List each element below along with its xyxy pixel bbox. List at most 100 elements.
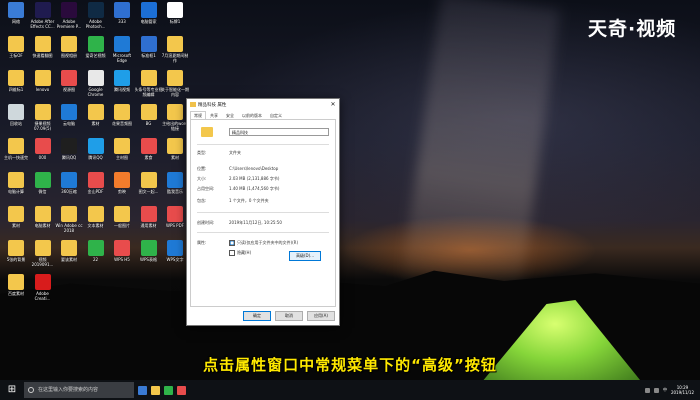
- tab-security[interactable]: 安全: [222, 111, 238, 119]
- file-explorer-icon[interactable]: [151, 385, 160, 395]
- ok-button[interactable]: 确定: [243, 311, 271, 321]
- desktop-icon[interactable]: 要该素材: [55, 240, 83, 272]
- input-language[interactable]: 中: [663, 387, 667, 393]
- app-icon: [87, 172, 104, 188]
- desktop-icon[interactable]: 素食: [135, 138, 163, 170]
- desktop-icon[interactable]: Win Adobe cc 2018: [55, 206, 83, 238]
- desktop-icon[interactable]: WPS PDF: [161, 206, 189, 238]
- desktop-icon[interactable]: 电脑管家: [135, 2, 163, 34]
- app-icon: [8, 36, 24, 52]
- app-icon[interactable]: [164, 385, 173, 395]
- desktop-icon[interactable]: 金山PDF: [82, 172, 110, 204]
- desktop-icon[interactable]: 5张的背景: [2, 240, 30, 272]
- desktop-icon[interactable]: 王标OF: [2, 36, 30, 68]
- desktop-icon-label: 视源图: [63, 87, 75, 92]
- cancel-button[interactable]: 取消: [275, 311, 303, 321]
- desktop-icon[interactable]: lenovo: [29, 70, 57, 102]
- desktop-icon[interactable]: 网络: [2, 2, 30, 34]
- desktop-icon[interactable]: 文本素材: [82, 206, 110, 238]
- dialog-titlebar[interactable]: 精品科技 属性 ✕: [187, 99, 339, 110]
- desktop-icon[interactable]: 花果音频图: [108, 104, 136, 136]
- app-icon: [8, 240, 24, 256]
- tab-general[interactable]: 常规: [190, 111, 206, 119]
- desktop-icon[interactable]: 腾讯视频: [108, 70, 136, 102]
- advanced-button[interactable]: 高级(D)...: [289, 251, 321, 261]
- app-icon: [167, 138, 183, 154]
- desktop-icon[interactable]: BG: [135, 104, 163, 136]
- hidden-checkbox[interactable]: 隐藏(H): [229, 250, 251, 256]
- desktop-icon[interactable]: 腾讯QQ: [55, 138, 83, 170]
- app-icon[interactable]: [177, 385, 186, 395]
- windows-start-icon[interactable]: ⊞: [0, 380, 24, 400]
- desktop-icon-label: 关于智能化一期内容: [161, 87, 189, 97]
- desktop-icon[interactable]: 酷我音乐: [161, 172, 189, 204]
- desktop-icon[interactable]: 电脑计算: [2, 172, 30, 204]
- app-icon: [8, 104, 24, 120]
- network-icon[interactable]: [644, 387, 650, 393]
- desktop-icon[interactable]: 百度素材: [2, 274, 30, 306]
- desktop-icon[interactable]: 一般图片: [108, 206, 136, 238]
- desktop-icon[interactable]: WPS H5: [108, 240, 136, 272]
- clock[interactable]: 10:29 2019/11/12: [671, 385, 694, 395]
- desktop-icon[interactable]: Adobe Premiere P...: [55, 2, 83, 34]
- desktop-icon[interactable]: 视频 2019091...: [29, 240, 57, 272]
- readonly-checkbox[interactable]: ■ 只读(仅应用于文件夹中的文件)(R): [229, 240, 298, 246]
- desktop-icon[interactable]: 腾讯QQ: [82, 138, 110, 170]
- desktop-icon[interactable]: 电脑素材: [29, 206, 57, 238]
- desktop-icon[interactable]: 素材: [82, 104, 110, 136]
- close-icon[interactable]: ✕: [327, 99, 339, 110]
- desktop-icon-label: 主材图: [116, 155, 128, 160]
- desktop-icon[interactable]: 捷果视频07.09(5): [29, 104, 57, 136]
- desktop-icon[interactable]: 图视相册: [55, 36, 83, 68]
- tab-sharing[interactable]: 共享: [206, 111, 222, 119]
- desktop-icon[interactable]: 标准框1: [135, 36, 163, 68]
- desktop-icon[interactable]: Adobe Creati...: [29, 274, 57, 306]
- desktop-icon[interactable]: 333: [108, 2, 136, 34]
- volume-icon[interactable]: [653, 387, 659, 393]
- desktop-icon[interactable]: 22: [82, 240, 110, 272]
- desktop-icon[interactable]: 360压缩: [55, 172, 83, 204]
- prop-row-attributes: 属性:: [197, 240, 229, 246]
- dialog-button-row: 确定 取消 应用(A): [243, 311, 335, 321]
- desktop-icon[interactable]: 素材: [161, 138, 189, 170]
- desktop-icon-label: 素材: [12, 223, 20, 228]
- tab-customize[interactable]: 自定义: [266, 111, 286, 119]
- desktop-icon[interactable]: 主给出的word链接: [161, 104, 189, 136]
- desktop-icon[interactable]: 7月渲夏期间制作: [161, 36, 189, 68]
- desktop-icon[interactable]: 微信: [29, 172, 57, 204]
- desktop-icon[interactable]: Adobe Photosh...: [82, 2, 110, 34]
- prop-value: 文件夹: [229, 150, 241, 155]
- desktop-icon[interactable]: 主机一快速完: [2, 138, 30, 170]
- desktop-icon[interactable]: 回收站: [2, 104, 30, 136]
- task-view-icon[interactable]: [138, 385, 147, 395]
- desktop-icon[interactable]: Adobe After Effects CC...: [29, 2, 57, 34]
- desktop-icon[interactable]: 头条号等专业视频编辑: [135, 70, 163, 102]
- desktop-icon[interactable]: 标牌1: [161, 2, 189, 34]
- desktop-icon[interactable]: 主材图: [108, 138, 136, 170]
- folder-name-field[interactable]: 精品科技: [229, 128, 329, 136]
- checkbox-empty-icon[interactable]: [229, 250, 235, 256]
- desktop-icon[interactable]: Microsoft Edge: [108, 36, 136, 68]
- desktop-icon[interactable]: 爱奇艺视频: [82, 36, 110, 68]
- desktop-icon[interactable]: 素材: [2, 206, 30, 238]
- desktop-icon[interactable]: 四维标1: [2, 70, 30, 102]
- desktop-icon-label: 主机一快速完: [4, 155, 28, 160]
- apply-button[interactable]: 应用(A): [307, 311, 335, 321]
- desktop-icon[interactable]: 通用素材: [135, 206, 163, 238]
- desktop-icon[interactable]: WPS表格: [135, 240, 163, 272]
- search-box[interactable]: 在这里输入你要搜索的内容: [24, 382, 134, 398]
- tab-previous-versions[interactable]: 以前的版本: [238, 111, 266, 119]
- desktop-icon[interactable]: 剪映: [108, 172, 136, 204]
- desktop-icon[interactable]: 关于智能化一期内容: [161, 70, 189, 102]
- desktop-icon[interactable]: 视源图: [55, 70, 83, 102]
- checkbox-mark-icon[interactable]: ■: [229, 240, 235, 246]
- desktop-icon-label: 图文一起...: [138, 189, 159, 194]
- desktop-icon[interactable]: 图文一起...: [135, 172, 163, 204]
- desktop-icon[interactable]: WPS文字: [161, 240, 189, 272]
- desktop-icon[interactable]: 快速看翻图: [29, 36, 57, 68]
- desktop-icon-label: 360压缩: [61, 189, 77, 194]
- desktop-icon[interactable]: Google Chrome: [82, 70, 110, 102]
- desktop-icon[interactable]: 000: [29, 138, 57, 170]
- desktop-icon[interactable]: 云电脑: [55, 104, 83, 136]
- app-icon: [61, 2, 77, 18]
